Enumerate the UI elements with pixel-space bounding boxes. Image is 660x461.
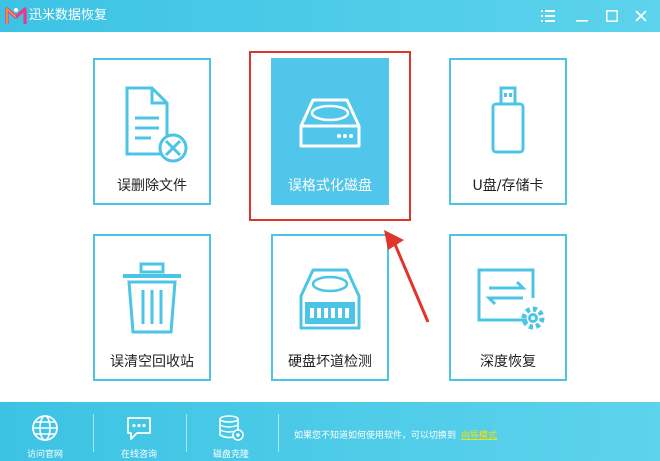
tile-usb-storage[interactable]: U盘/存储卡 bbox=[449, 58, 567, 205]
deep-recovery-icon bbox=[477, 268, 545, 330]
minimize-icon bbox=[576, 20, 588, 22]
footer-bar: 访问官网 在线咨询 磁盘克隆 如果您不知道如何使用软件，可以切换到 向导模式 bbox=[0, 402, 660, 461]
tile-label: U盘/存储卡 bbox=[472, 178, 544, 194]
footer-button-label: 在线咨询 bbox=[120, 450, 157, 460]
app-logo-icon bbox=[5, 7, 27, 24]
deleted-file-icon bbox=[125, 86, 188, 163]
maximize-button[interactable] bbox=[602, 6, 622, 26]
tile-label: 误清空回收站 bbox=[110, 354, 194, 370]
title-bar: 迅米数据恢复 bbox=[0, 0, 660, 32]
guide-mode-link[interactable]: 向导模式 bbox=[461, 428, 497, 441]
tile-deleted-file[interactable]: 误删除文件 bbox=[93, 58, 211, 205]
mode-hint-text: 如果您不知道如何使用软件，可以切换到 bbox=[294, 431, 457, 441]
main-content: 误删除文件 误格式化磁盘 U盘/存储卡 误清空回收站 硬盘坏道检测 深度恢复 bbox=[0, 32, 660, 402]
hard-drive-icon bbox=[299, 98, 361, 148]
minimize-button[interactable] bbox=[572, 6, 592, 26]
globe-icon bbox=[32, 415, 58, 441]
trash-icon bbox=[123, 262, 181, 334]
footer-divider bbox=[186, 414, 187, 452]
tile-deep-recovery[interactable]: 深度恢复 bbox=[449, 234, 567, 381]
footer-button-label: 访问官网 bbox=[26, 450, 63, 460]
disk-clone-button[interactable]: 磁盘克隆 bbox=[196, 408, 266, 460]
chat-icon bbox=[127, 417, 151, 440]
footer-divider bbox=[93, 414, 94, 452]
disk-clone-icon bbox=[219, 415, 244, 441]
app-title: 迅米数据恢复 bbox=[29, 8, 108, 23]
close-button[interactable] bbox=[631, 6, 651, 26]
footer-divider bbox=[278, 414, 279, 452]
visit-website-button[interactable]: 访问官网 bbox=[10, 408, 80, 460]
disk-check-icon bbox=[299, 268, 361, 330]
tile-label: 深度恢复 bbox=[480, 354, 536, 370]
close-icon bbox=[635, 10, 647, 22]
tile-bad-sector-check[interactable]: 硬盘坏道检测 bbox=[271, 234, 389, 381]
tile-recycle-bin[interactable]: 误清空回收站 bbox=[93, 234, 211, 381]
maximize-icon bbox=[606, 10, 618, 22]
footer-button-label: 磁盘克隆 bbox=[212, 450, 249, 460]
hamburger-menu-icon bbox=[541, 10, 555, 22]
tile-label: 误格式化磁盘 bbox=[288, 178, 372, 194]
online-consult-button[interactable]: 在线咨询 bbox=[104, 408, 174, 460]
tile-label: 误删除文件 bbox=[117, 178, 187, 194]
tile-label: 硬盘坏道检测 bbox=[288, 354, 372, 370]
usb-drive-icon bbox=[491, 86, 525, 154]
tile-formatted-disk[interactable]: 误格式化磁盘 bbox=[271, 58, 389, 205]
hamburger-menu-button[interactable] bbox=[538, 6, 558, 26]
